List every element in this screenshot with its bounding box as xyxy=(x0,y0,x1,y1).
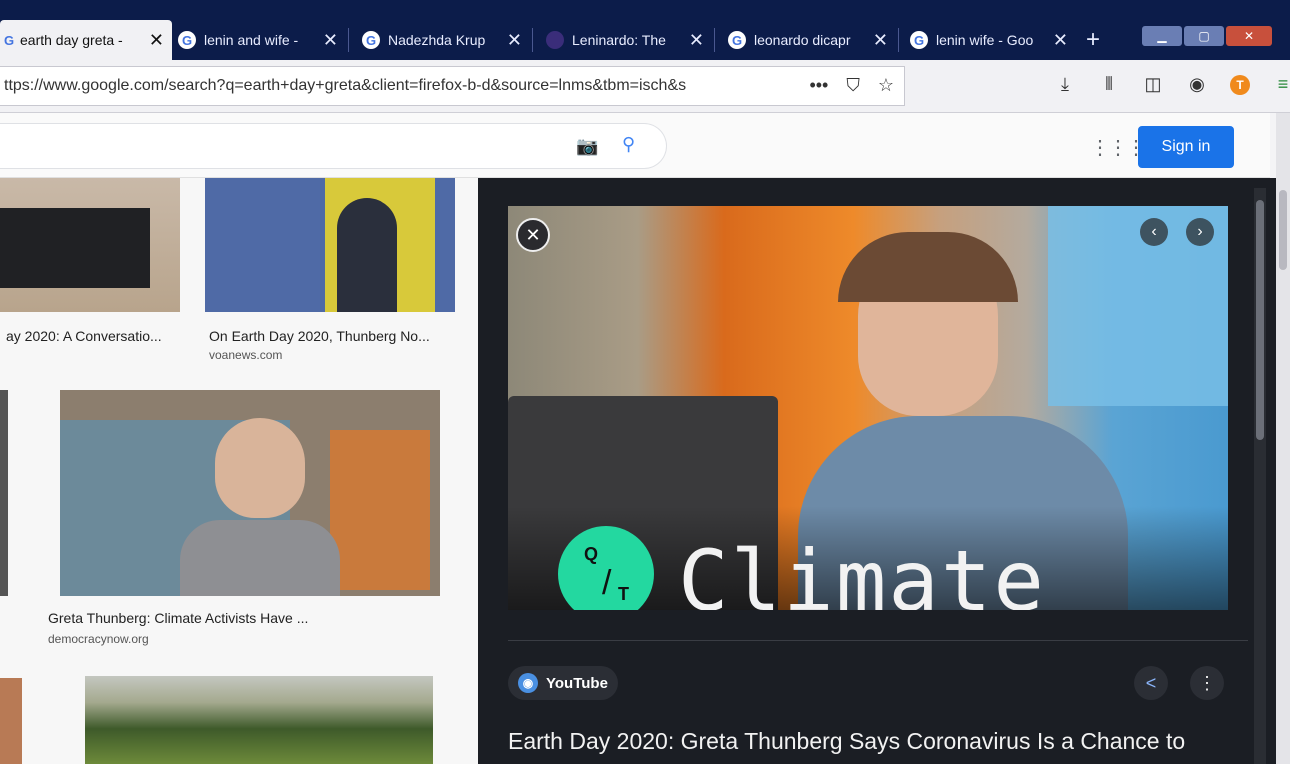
more-actions-icon[interactable]: ••• xyxy=(809,75,828,96)
close-tab-icon[interactable]: ✕ xyxy=(873,30,888,51)
result-thumbnail-edge xyxy=(0,390,8,596)
person-shape xyxy=(337,198,397,312)
tab-earth-day-greta[interactable]: G earth day greta - ✕ xyxy=(0,20,172,60)
maximize-icon[interactable]: ▢ xyxy=(1184,26,1224,46)
tab-label: leonardo dicapr xyxy=(754,32,851,48)
extension-icon[interactable]: ◉ xyxy=(1186,74,1208,95)
source-chip[interactable]: ◉ YouTube xyxy=(508,666,618,700)
tab-label: lenin wife - Goo xyxy=(936,32,1034,48)
tab-lenin-and-wife[interactable]: G lenin and wife - ✕ xyxy=(178,22,338,58)
window-controls: ▁ ▢ ✕ xyxy=(1142,26,1272,46)
result-thumbnail[interactable] xyxy=(60,390,440,596)
globe-icon: ◉ xyxy=(518,673,538,693)
preview-image[interactable]: Q / T Climate xyxy=(508,206,1228,610)
account-icon[interactable]: T xyxy=(1230,74,1250,95)
next-image-icon[interactable]: › xyxy=(1186,218,1214,246)
search-icon[interactable]: ⚲ xyxy=(622,134,635,155)
new-tab-button[interactable]: + xyxy=(1086,28,1100,52)
camera-icon[interactable]: 📷 xyxy=(576,136,598,157)
site-icon xyxy=(546,31,564,49)
result-caption[interactable]: Greta Thunberg: Climate Activists Have .… xyxy=(48,610,308,626)
tab-label: earth day greta - xyxy=(20,32,123,48)
brand-text: Climate xyxy=(678,532,1047,610)
google-icon: G xyxy=(178,31,196,49)
logo-slash: / xyxy=(602,564,612,602)
menu-update-icon[interactable]: ≡ xyxy=(1272,74,1290,95)
face-shape xyxy=(215,418,305,518)
close-tab-icon[interactable]: ✕ xyxy=(323,30,338,51)
google-icon: G xyxy=(3,32,15,48)
url-actions: ••• ⛉ ☆ xyxy=(809,75,894,96)
tab-lenin-wife[interactable]: G lenin wife - Goo ✕ xyxy=(910,22,1068,58)
window-light xyxy=(330,430,430,590)
tab-nadezhda[interactable]: G Nadezhda Krup ✕ xyxy=(362,22,522,58)
google-icon: G xyxy=(362,31,380,49)
result-thumbnail[interactable] xyxy=(205,178,455,312)
sidebar-icon[interactable]: ◫ xyxy=(1142,74,1164,95)
shirt-shape xyxy=(180,520,340,596)
download-icon[interactable]: ⤓ xyxy=(1054,74,1076,95)
apps-grid-icon[interactable]: ⋮⋮⋮ xyxy=(1090,135,1146,160)
result-caption[interactable]: ay 2020: A Conversatio... xyxy=(6,328,162,344)
laptop-shape xyxy=(0,208,150,288)
browser-window: G earth day greta - ✕ G lenin and wife -… xyxy=(0,0,1290,764)
pocket-icon[interactable]: ⛉ xyxy=(846,75,860,96)
close-tab-icon[interactable]: ✕ xyxy=(1053,30,1068,51)
image-results-grid: ay 2020: A Conversatio... On Earth Day 2… xyxy=(0,178,478,764)
close-tab-icon[interactable]: ✕ xyxy=(507,30,522,51)
navigation-bar: ttps://www.google.com/search?q=earth+day… xyxy=(0,60,1290,113)
tab-leonardo-dicaprio[interactable]: G leonardo dicapr ✕ xyxy=(728,22,888,58)
page-scrollbar-thumb[interactable] xyxy=(1279,190,1287,270)
share-icon[interactable]: < xyxy=(1134,666,1168,700)
tab-label: Nadezhda Krup xyxy=(388,32,486,48)
bookmark-star-icon[interactable]: ☆ xyxy=(878,75,894,96)
tab-separator xyxy=(532,28,533,52)
result-source[interactable]: voanews.com xyxy=(209,348,282,362)
search-input[interactable]: 📷 ⚲ xyxy=(0,123,667,169)
divider xyxy=(508,640,1248,641)
result-thumbnail[interactable] xyxy=(0,178,180,312)
close-window-icon[interactable]: ✕ xyxy=(1226,26,1272,46)
result-thumbnail-edge xyxy=(0,678,22,764)
preview-scrollbar-thumb[interactable] xyxy=(1256,200,1264,440)
tab-leninardo[interactable]: Leninardo: The ✕ xyxy=(546,22,704,58)
library-icon[interactable]: ⫴ xyxy=(1098,74,1120,95)
preview-title[interactable]: Earth Day 2020: Greta Thunberg Says Coro… xyxy=(508,728,1185,755)
image-preview-panel: Q / T Climate ✕ ‹ › ◉ YouTube < ⋮ Earth … xyxy=(478,178,1276,764)
tab-bar: G earth day greta - ✕ G lenin and wife -… xyxy=(0,0,1290,60)
more-options-icon[interactable]: ⋮ xyxy=(1190,666,1224,700)
logo-letter: Q xyxy=(584,544,599,564)
tab-label: Leninardo: The xyxy=(572,32,666,48)
google-icon: G xyxy=(910,31,928,49)
close-preview-icon[interactable]: ✕ xyxy=(516,218,550,252)
tab-separator xyxy=(898,28,899,52)
minimize-icon[interactable]: ▁ xyxy=(1142,26,1182,46)
tab-separator xyxy=(348,28,349,52)
result-thumbnail[interactable] xyxy=(85,676,433,764)
tab-separator xyxy=(714,28,715,52)
url-text[interactable]: ttps://www.google.com/search?q=earth+day… xyxy=(0,77,784,95)
google-icon: G xyxy=(728,31,746,49)
previous-image-icon[interactable]: ‹ xyxy=(1140,218,1168,246)
tab-label: lenin and wife - xyxy=(204,32,299,48)
toolbar-icons: ⤓ ⫴ ◫ ◉ T ≡ xyxy=(1054,74,1290,95)
close-tab-icon[interactable]: ✕ xyxy=(149,30,164,51)
result-caption[interactable]: On Earth Day 2020, Thunberg No... xyxy=(209,328,430,344)
sign-in-button[interactable]: Sign in xyxy=(1138,126,1234,168)
close-tab-icon[interactable]: ✕ xyxy=(689,30,704,51)
result-source[interactable]: democracynow.org xyxy=(48,632,149,646)
google-header: 📷 ⚲ ⋮⋮⋮ Sign in xyxy=(0,113,1270,178)
address-bar[interactable]: ttps://www.google.com/search?q=earth+day… xyxy=(0,66,905,106)
logo-letter: T xyxy=(618,584,629,604)
source-name: YouTube xyxy=(546,674,608,692)
